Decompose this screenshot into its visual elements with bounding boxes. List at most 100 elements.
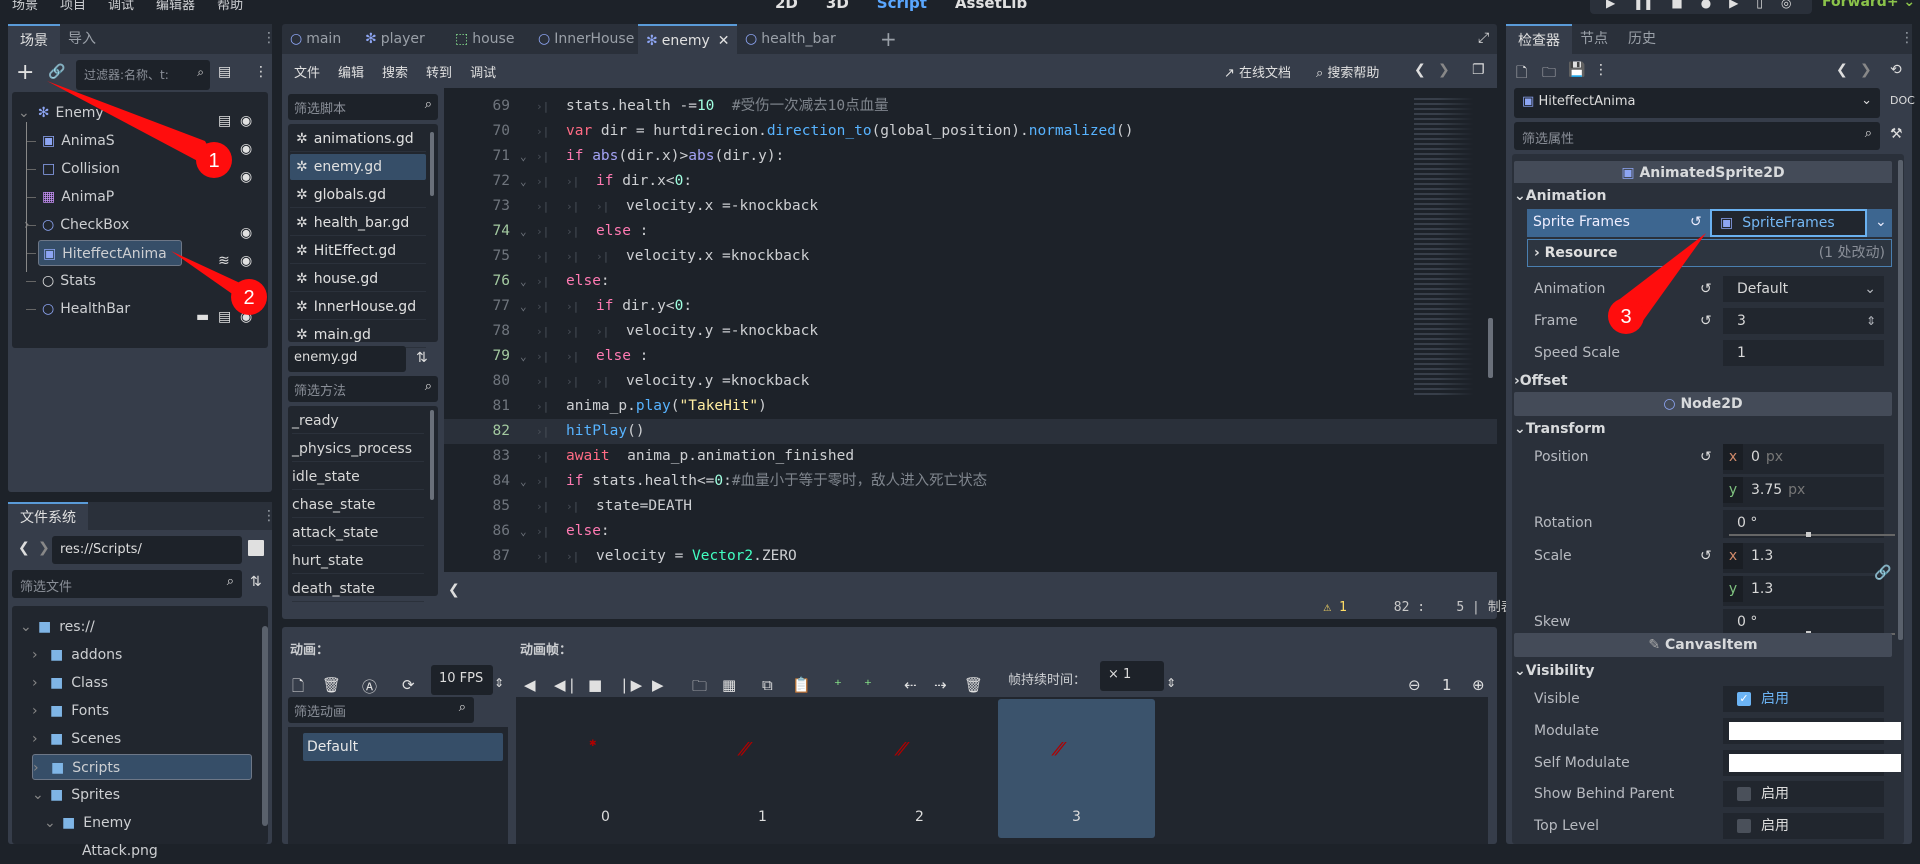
script-item-innerhouse-gd[interactable]: ✲ InnerHouse.gd xyxy=(290,294,426,320)
method-item-idle-state[interactable]: idle_state xyxy=(292,464,424,490)
method-list-scrollbar[interactable] xyxy=(430,410,434,500)
frame-2[interactable]: ⁄⁄ 2 xyxy=(841,699,998,838)
clapper-icon[interactable]: ▬ xyxy=(196,304,209,330)
delete-frame-icon[interactable]: 🗑 xyxy=(964,676,983,694)
tab-history[interactable]: 历史 xyxy=(1616,24,1668,54)
delete-animation-icon[interactable]: 🗑 xyxy=(322,676,341,694)
workspace-assetlib[interactable]: AssetLib xyxy=(955,0,1027,12)
chevron-down-icon[interactable]: ⌄ xyxy=(1875,214,1887,230)
visible-checkbox[interactable]: ✓ 启用 xyxy=(1723,686,1884,712)
slider-track[interactable] xyxy=(1729,534,1895,536)
method-filter-input[interactable]: 筛选方法 ⌕ xyxy=(288,376,438,402)
inspector-scrollbar[interactable] xyxy=(1898,160,1903,640)
revert-icon[interactable]: ↺ xyxy=(1700,541,1712,571)
scene-node-enemy[interactable]: ⌄ ✻ Enemy xyxy=(18,100,242,126)
code-line[interactable]: 71 ⌄ ›| if abs(dir.x)>abs(dir.y): xyxy=(444,144,1497,169)
script-item-animations-gd[interactable]: ✲ animations.gd xyxy=(290,126,426,152)
more-icon[interactable]: ⋮ xyxy=(254,64,268,80)
method-item-physics-process[interactable]: _physics_process xyxy=(292,436,424,462)
stepper-icon[interactable]: ⇕ xyxy=(1866,306,1876,336)
object-selector[interactable]: ▣ HiteffectAnima ⌄ xyxy=(1514,88,1880,118)
play-scene-icon[interactable]: ▶ xyxy=(1729,0,1738,10)
script-menu-2[interactable]: 搜索 xyxy=(382,62,408,81)
property-top-level[interactable]: Top Level 启用 xyxy=(1522,811,1884,841)
chevron-right-icon[interactable]: › xyxy=(32,698,46,724)
script-item-globals-gd[interactable]: ✲ globals.gd xyxy=(290,182,426,208)
play-icon[interactable]: ❘▶ xyxy=(618,676,642,694)
animation-select[interactable]: Default xyxy=(1723,276,1884,302)
fold-icon[interactable]: ⌄ xyxy=(520,144,527,169)
distraction-free-icon[interactable]: ⤢ xyxy=(1478,30,1489,46)
script-item-house-gd[interactable]: ✲ house.gd xyxy=(290,266,426,292)
method-item-attack-state[interactable]: attack_state xyxy=(292,520,424,546)
script-icon[interactable]: ▤ xyxy=(218,304,231,330)
code-line[interactable]: 85 ›| ›| state=DEATH xyxy=(444,494,1497,519)
menu-1[interactable]: 项目 xyxy=(60,0,86,13)
sprite-frames-resource-button[interactable]: ▣ SpriteFrames xyxy=(1710,209,1867,237)
play-backwards-icon[interactable]: ◀❘ xyxy=(554,676,578,694)
scene-node-collision[interactable]: □ Collision xyxy=(38,156,242,182)
back-icon[interactable]: ❮ xyxy=(18,540,30,556)
property-position[interactable]: Position ↺ x 0 px y 3.75 px xyxy=(1522,442,1884,508)
code-line[interactable]: 73 ›| ›| ›| velocity.x =-knockback xyxy=(444,194,1497,219)
color-swatch[interactable] xyxy=(1729,722,1901,740)
code-line[interactable]: 70 ›| var dir = hurtdirecion.direction_to(… xyxy=(444,119,1497,144)
scene-node-animas[interactable]: ▣ AnimaS xyxy=(38,128,242,154)
code-line[interactable]: 69 ›| stats.health -=10 #受伤一次减去10点血量 xyxy=(444,94,1497,119)
file-item-attackpng[interactable]: Attack.png xyxy=(56,838,252,864)
position-x-field[interactable]: x 0 px xyxy=(1723,444,1884,474)
close-tab-icon[interactable]: ✕ xyxy=(718,33,730,49)
chevron-right-icon[interactable]: › xyxy=(32,726,46,752)
property-rotation[interactable]: Rotation 0 ° xyxy=(1522,508,1895,540)
toggle-scripts-panel-icon[interactable]: ❮ xyxy=(448,582,460,598)
dock-menu-icon[interactable]: ⋮ xyxy=(262,30,276,46)
revert-icon[interactable]: ↺ xyxy=(1700,306,1712,336)
loop-icon[interactable]: ⟳ xyxy=(402,676,415,694)
property-visible[interactable]: Visible ✓ 启用 xyxy=(1522,684,1884,714)
minimap[interactable] xyxy=(1414,98,1474,398)
code-line[interactable]: 84 ⌄ ›| if stats.health<=0:#血量小于等于零时，敌人进入死亡… xyxy=(444,469,1497,494)
copy-icon[interactable]: ⧉ xyxy=(762,676,773,694)
attach-script-icon[interactable]: ▤ xyxy=(218,64,231,80)
forward-icon[interactable]: ❯ xyxy=(38,540,50,556)
menu-0[interactable]: 场景 xyxy=(12,0,38,13)
property-speed-scale[interactable]: Speed Scale 1 xyxy=(1522,338,1884,368)
insert-after-icon[interactable]: ⁺ xyxy=(864,676,872,694)
property-sprite-frames[interactable]: Sprite Frames ↺ ▣ SpriteFrames ⌄ xyxy=(1527,209,1892,237)
scene-node-stats[interactable]: ○ Stats xyxy=(38,268,242,294)
paste-icon[interactable]: 📋 xyxy=(792,676,811,694)
code-line[interactable]: 77 ⌄ ›| ›| if dir.y<0: xyxy=(444,294,1497,319)
modulate-color-picker[interactable] xyxy=(1723,718,1901,744)
chevron-right-icon[interactable]: › xyxy=(32,642,46,668)
pause-icon[interactable]: ❚❚ xyxy=(1633,0,1653,10)
duration-stepper-icon[interactable]: ⇕ xyxy=(1166,676,1176,690)
chevron-down-icon[interactable]: ⌄ xyxy=(32,782,46,808)
link-icon[interactable]: 🔗 xyxy=(1874,565,1891,581)
new-resource-icon[interactable]: 🗋 xyxy=(1516,62,1527,86)
play-backwards-from-end-icon[interactable]: ◀ xyxy=(524,676,536,694)
stop-icon[interactable]: ■ xyxy=(1671,0,1682,10)
speed-scale-field[interactable]: 1 xyxy=(1723,340,1884,366)
history-back-icon[interactable]: ❮ xyxy=(1836,62,1848,78)
fold-icon[interactable]: ⌄ xyxy=(520,344,527,369)
property-scale[interactable]: Scale ↺ x 1.3 y 1.3 xyxy=(1522,541,1884,607)
code-line[interactable]: 79 ⌄ ›| ›| else : xyxy=(444,344,1497,369)
code-editor[interactable]: 69 ›| stats.health -=10 #受伤一次减去10点血量 70 ›| va… xyxy=(444,88,1497,572)
frame-duration-field[interactable]: × 1 xyxy=(1100,661,1164,691)
checkbox-icon[interactable]: ✓ xyxy=(1737,692,1751,706)
property-animation[interactable]: Animation ↺ Default ⌄ xyxy=(1522,274,1884,304)
load-resource-icon[interactable]: 🗀 xyxy=(1542,62,1556,86)
dock-menu-icon[interactable]: ⋮ xyxy=(262,508,276,524)
frame-0[interactable]: ✱ 0 xyxy=(527,699,684,838)
method-item-death-state[interactable]: death_state xyxy=(292,576,424,602)
doc-icon[interactable]: DOC xyxy=(1890,94,1915,107)
property-frame[interactable]: Frame ↺ 3 ⇕ xyxy=(1522,306,1884,336)
fps-stepper-icon[interactable]: ⇕ xyxy=(494,676,504,690)
animation-item-default[interactable]: Default xyxy=(303,733,503,761)
sprite-sheet-icon[interactable]: ▦ xyxy=(722,676,736,694)
scene-node-hiteffectanima[interactable]: ▣ HiteffectAnima xyxy=(38,240,182,266)
menu-2[interactable]: 调试 xyxy=(108,0,134,13)
script-item-health_bar-gd[interactable]: ✲ health_bar.gd xyxy=(290,210,426,236)
editor-tab-house[interactable]: ⬚ house xyxy=(447,24,530,54)
fold-icon[interactable]: ⌄ xyxy=(520,469,527,494)
